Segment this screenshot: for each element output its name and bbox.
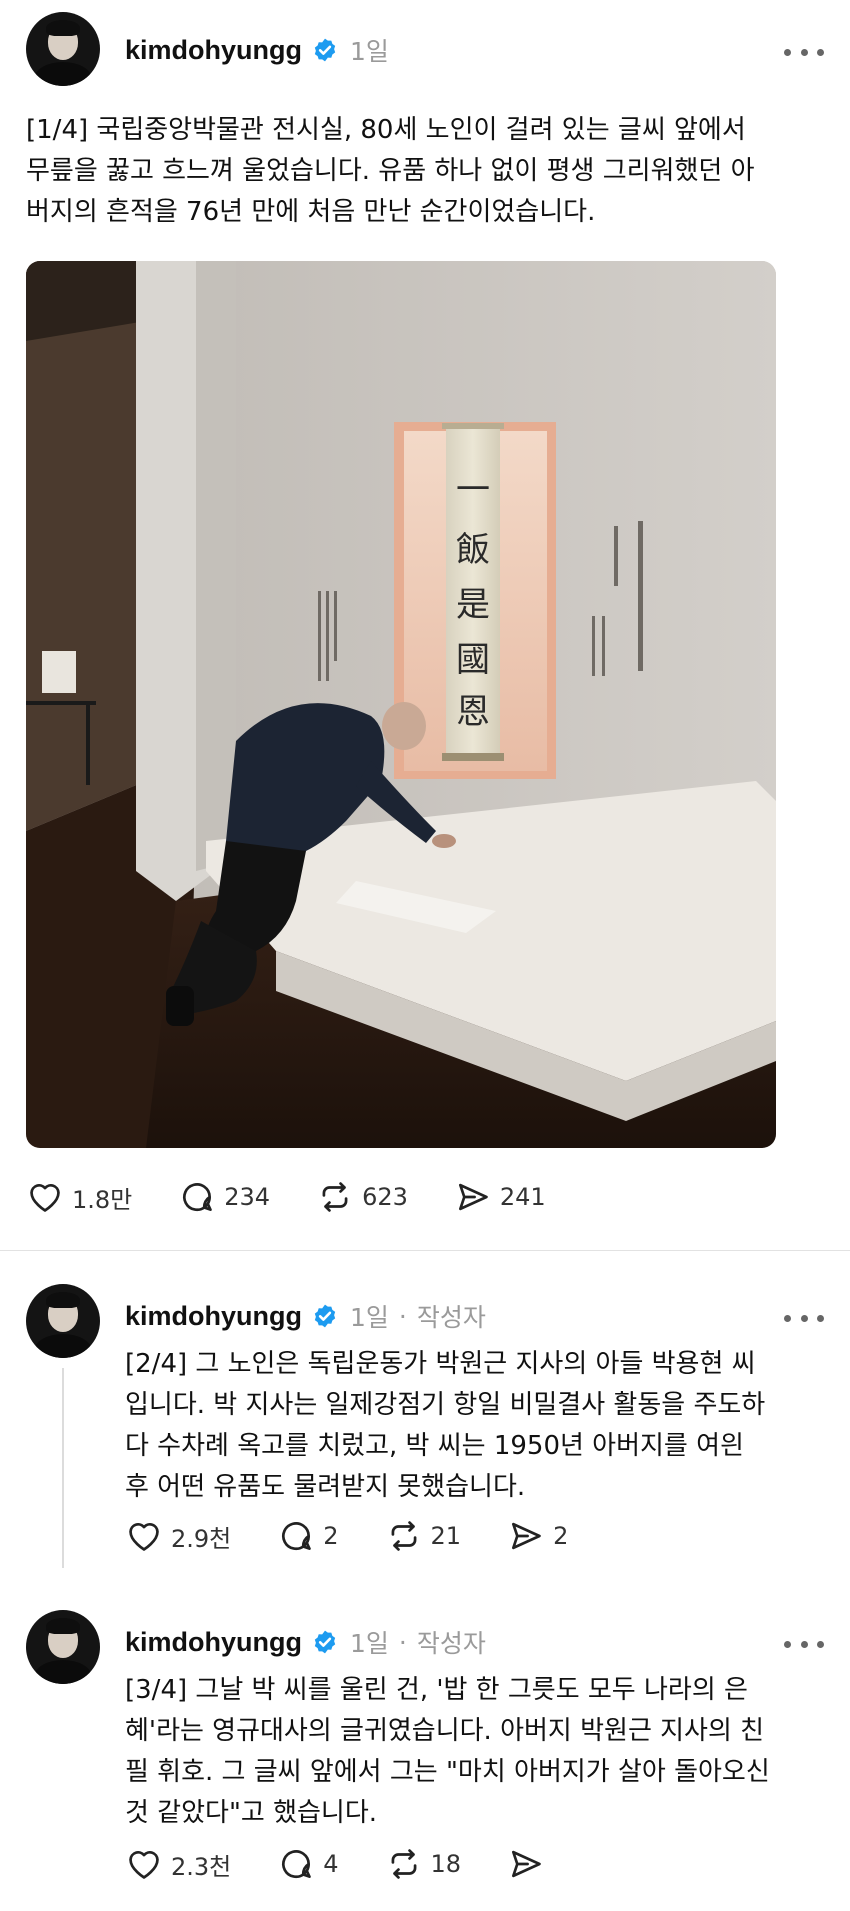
like-count: 2.9천: [171, 1524, 232, 1553]
repost-button[interactable]: 623: [316, 1178, 408, 1216]
share-count: 2: [553, 1522, 569, 1550]
text-line: 후 어떤 유품도 물려받지 못했습니다.: [125, 1472, 526, 1502]
avatar[interactable]: [26, 1284, 100, 1358]
post-time: 1일: [350, 1303, 389, 1332]
send-arrow-icon: [512, 1850, 541, 1878]
comment-button[interactable]: 234: [178, 1178, 270, 1216]
text-line: 혜'라는 영규대사의 글귀였습니다. 아버지 박원근 지사의 친: [125, 1716, 765, 1746]
repost-count: 21: [430, 1522, 462, 1550]
heart-icon: [30, 1184, 60, 1212]
post-time: 1일: [350, 37, 389, 66]
repost-count: 18: [430, 1850, 462, 1878]
like-count: 2.3천: [171, 1852, 232, 1881]
text-line: [3/4] 그날 박 씨를 울린 건, '밥 한 그릇도 모두 나라의 은: [125, 1675, 748, 1705]
avatar[interactable]: [26, 12, 100, 86]
verified-badge-icon: [314, 1304, 336, 1328]
heart-icon: [129, 1523, 159, 1551]
avatar[interactable]: [26, 1610, 100, 1684]
text-line: 무릎을 꿇고 흐느껴 울었습니다. 유품 하나 없이 평생 그리워했던 아: [26, 156, 755, 186]
repost-button[interactable]: 18: [385, 1845, 462, 1883]
museum-scene-illustration: 一 飯 是 國 恩: [26, 261, 776, 1148]
meta-separator: ·: [398, 1301, 407, 1331]
like-button[interactable]: 2.9천: [125, 1517, 231, 1555]
post-text: [2/4] 그 노인은 독립운동가 박원근 지사의 아들 박용현 씨 입니다. …: [125, 1344, 835, 1508]
text-line: [2/4] 그 노인은 독립운동가 박원근 지사의 아들 박용현 씨: [125, 1349, 756, 1379]
author-tag: 작성자: [416, 1303, 486, 1332]
username[interactable]: kimdohyungg: [125, 1301, 302, 1332]
author-tag: 작성자: [416, 1629, 486, 1658]
comment-bubble-icon: [282, 1522, 312, 1551]
post-text: [1/4] 국립중앙박물관 전시실, 80세 노인이 걸려 있는 글씨 앞에서 …: [26, 110, 826, 233]
send-arrow-icon: [458, 1183, 488, 1211]
calligraphy-char: 恩: [456, 692, 490, 732]
comment-count: 4: [323, 1850, 339, 1878]
post-1: kimdohyungg 1일 [1/4] 국립중앙박물관 전시실, 80세 노인…: [0, 0, 850, 1250]
text-line: 입니다. 박 지사는 일제강점기 항일 비밀결사 활동을 주도하: [125, 1390, 766, 1420]
calligraphy-char: 飯: [456, 530, 490, 570]
text-line: 필 휘호. 그 글씨 앞에서 그는 "마치 아버지가 살아 돌아오신: [125, 1757, 770, 1787]
share-button[interactable]: 2: [507, 1517, 568, 1555]
share-button[interactable]: 241: [454, 1178, 546, 1216]
repost-arrows-icon: [322, 1182, 348, 1212]
calligraphy-char: 一: [456, 470, 490, 510]
more-dots-icon[interactable]: [784, 42, 824, 62]
post-text: [3/4] 그날 박 씨를 울린 건, '밥 한 그릇도 모두 나라의 은 혜'…: [125, 1670, 835, 1834]
comment-bubble-icon: [282, 1850, 312, 1879]
heart-icon: [129, 1851, 159, 1879]
verified-badge-icon: [314, 1630, 336, 1654]
username[interactable]: kimdohyungg: [125, 35, 302, 66]
calligraphy-char: 是: [456, 585, 490, 625]
text-line: [1/4] 국립중앙박물관 전시실, 80세 노인이 걸려 있는 글씨 앞에서: [26, 115, 746, 145]
comment-count: 234: [224, 1183, 271, 1211]
repost-arrows-icon: [391, 1849, 416, 1879]
post-time: 1일: [350, 1629, 389, 1658]
comment-count: 2: [323, 1522, 339, 1550]
post-3: kimdohyungg 1일 · 작성자 [3/4] 그날 박 씨를 울린 건,…: [0, 1576, 850, 1911]
share-count: 241: [499, 1183, 546, 1211]
like-button[interactable]: 2.3천: [125, 1845, 231, 1883]
send-arrow-icon: [512, 1522, 541, 1550]
calligraphy-char: 國: [456, 640, 490, 680]
comment-button[interactable]: 4: [277, 1845, 339, 1883]
like-button[interactable]: 1.8만: [26, 1178, 132, 1216]
more-dots-icon[interactable]: [784, 1308, 824, 1328]
post-photo[interactable]: 一 飯 是 國 恩: [26, 261, 776, 1148]
calligraphy: 一 飯 是 國 恩: [456, 470, 490, 732]
repost-button[interactable]: 21: [385, 1517, 462, 1555]
more-dots-icon[interactable]: [784, 1634, 824, 1654]
repost-count: 623: [362, 1183, 408, 1211]
thread-line: [62, 1368, 64, 1568]
like-count: 1.8만: [72, 1185, 133, 1214]
share-button[interactable]: [507, 1845, 553, 1883]
post-2: kimdohyungg 1일 · 작성자 [2/4] 그 노인은 독립운동가 박…: [0, 1250, 850, 1576]
comment-bubble-icon: [183, 1183, 213, 1212]
text-line: 버지의 흔적을 76년 만에 처음 만난 순간이었습니다.: [26, 197, 596, 227]
verified-badge-icon: [314, 38, 336, 62]
repost-arrows-icon: [391, 1521, 416, 1551]
meta-separator: ·: [398, 1627, 407, 1657]
text-line: 것 같았다"고 했습니다.: [125, 1798, 378, 1828]
text-line: 다 수차례 옥고를 치렀고, 박 씨는 1950년 아버지를 여읜: [125, 1431, 744, 1461]
comment-button[interactable]: 2: [277, 1517, 339, 1555]
username[interactable]: kimdohyungg: [125, 1627, 302, 1658]
